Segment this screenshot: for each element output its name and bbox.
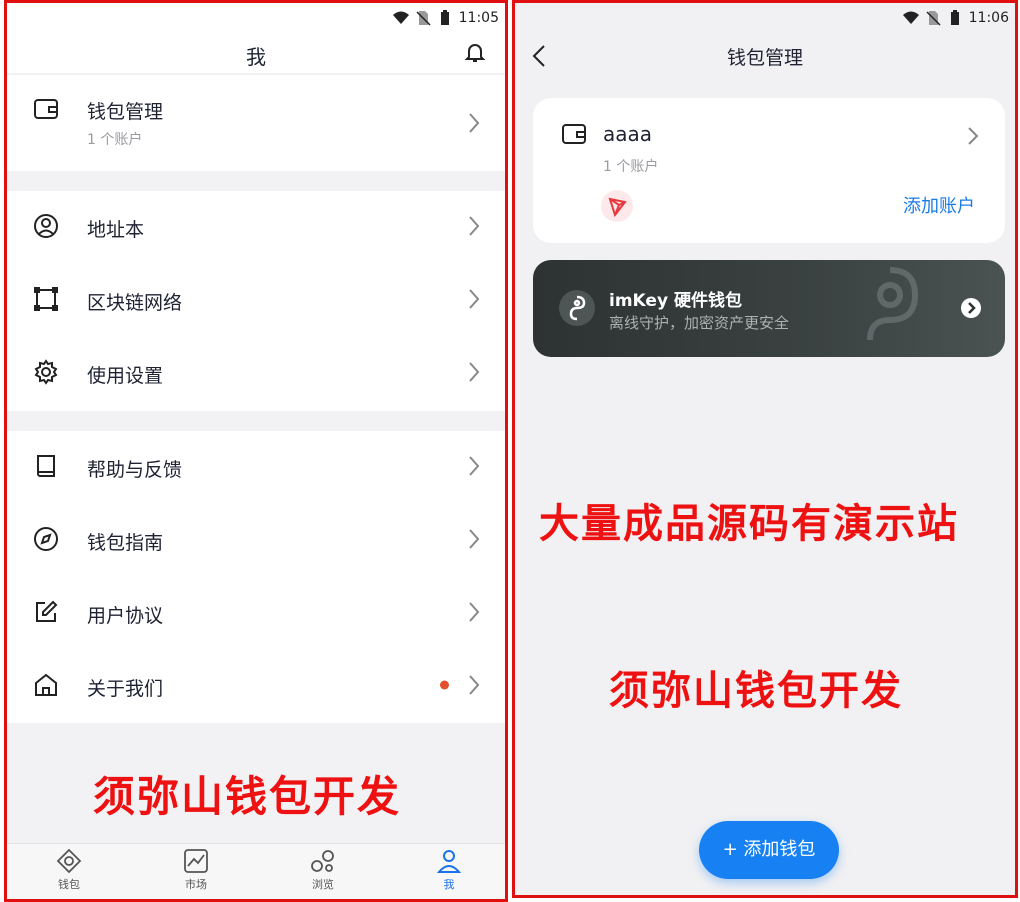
right-red-border — [512, 0, 1018, 898]
left-red-border — [4, 0, 508, 902]
